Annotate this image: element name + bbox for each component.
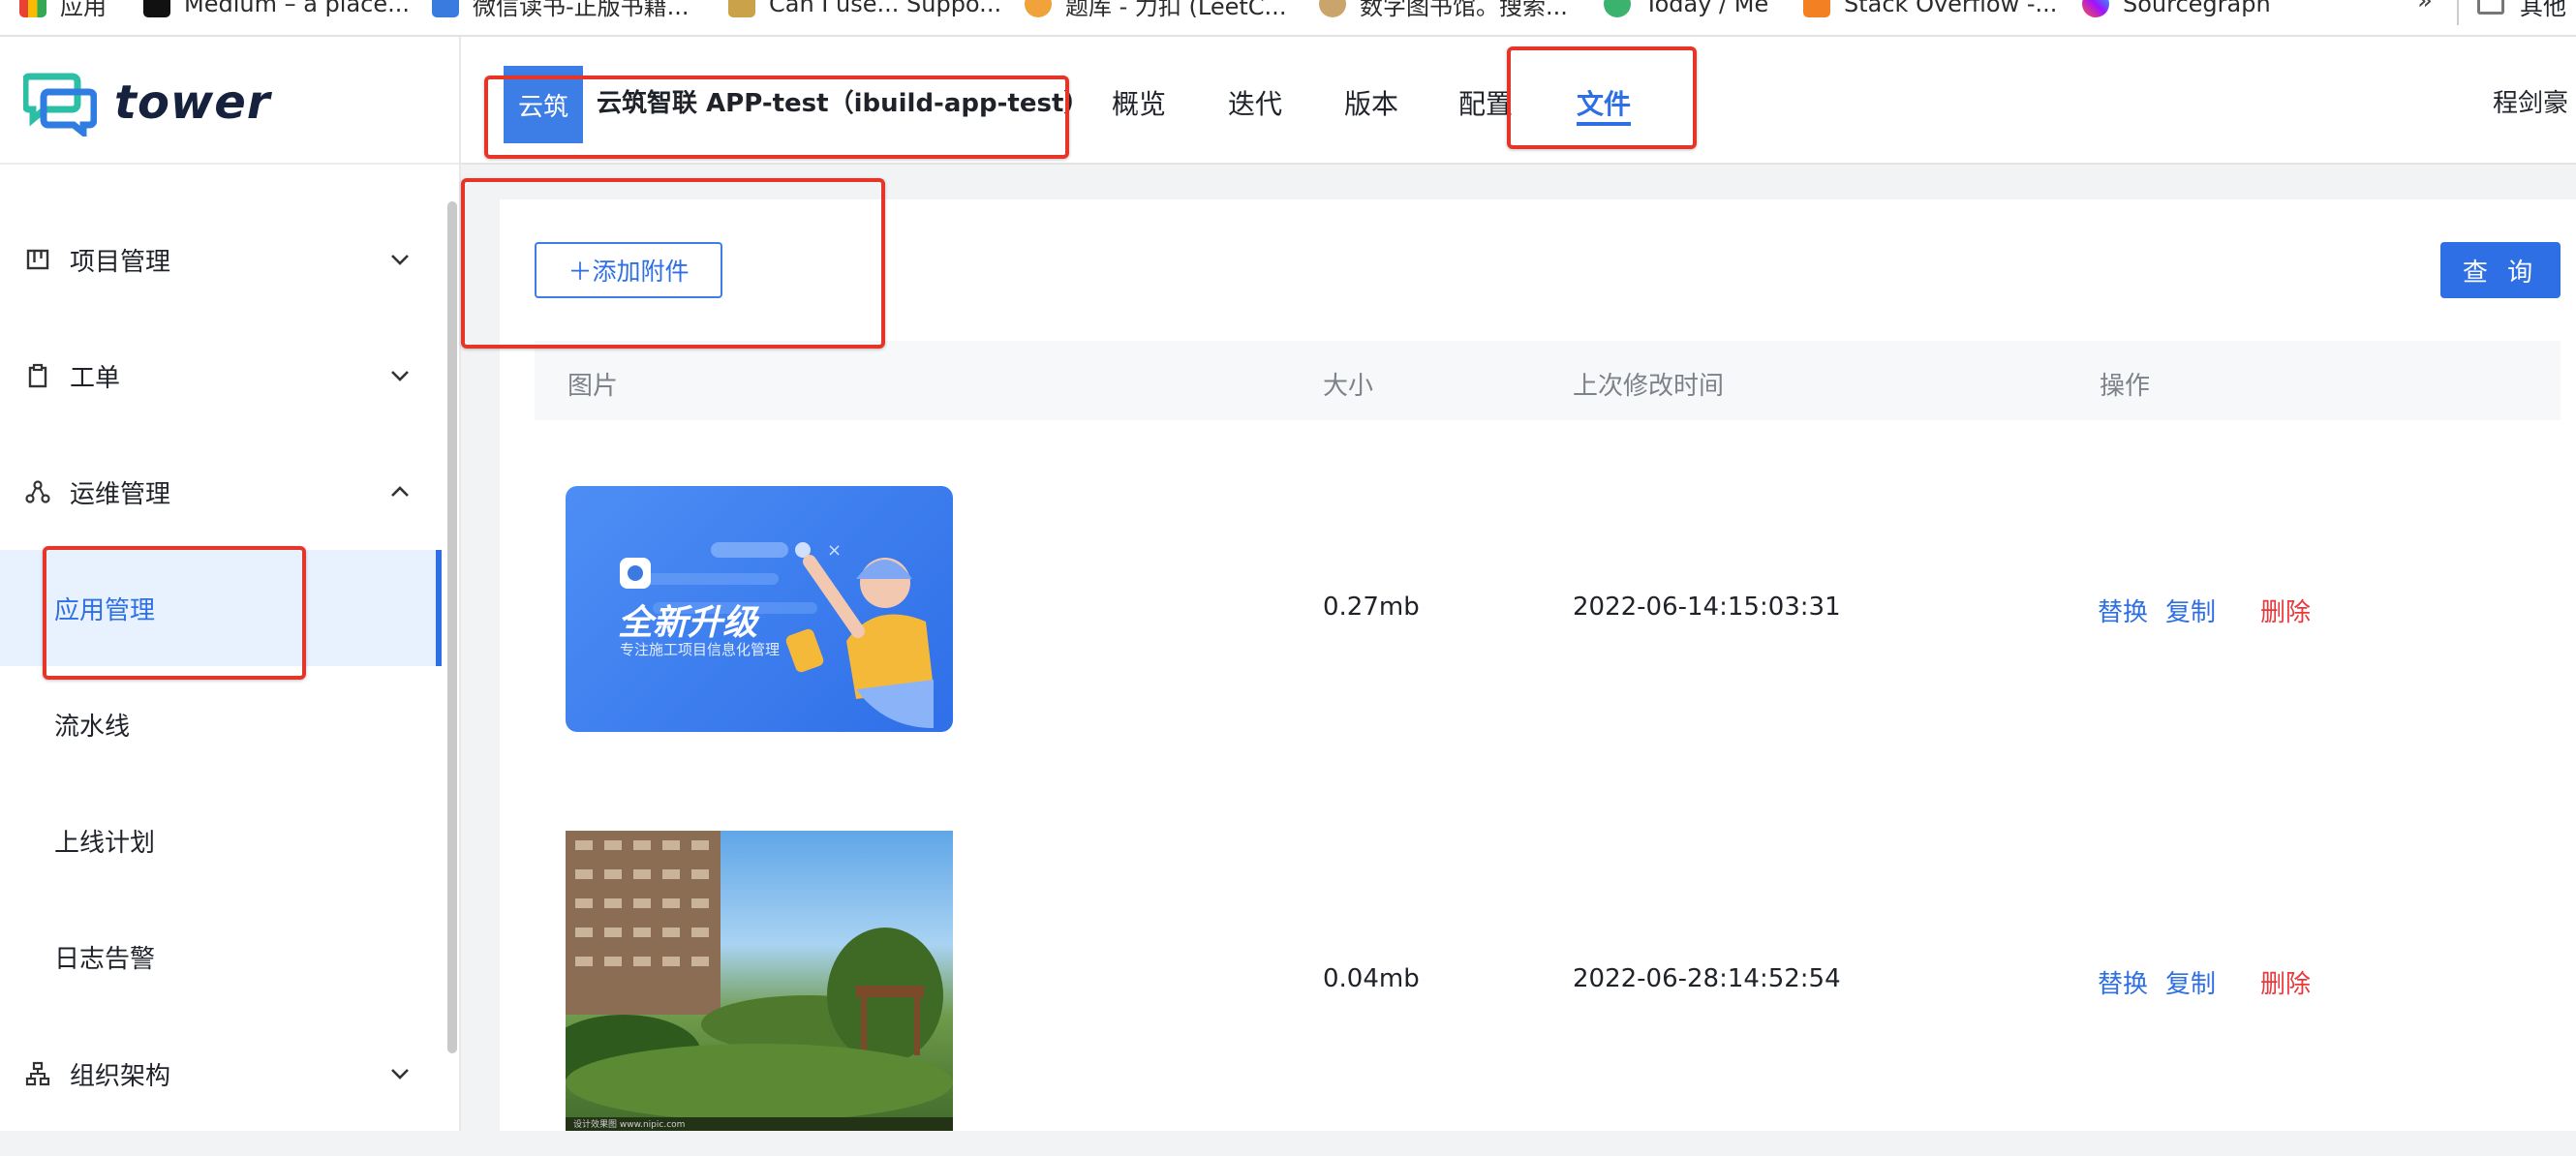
tab-versions[interactable]: 版本 (1344, 83, 1398, 122)
bookmark-apps[interactable]: 应用 (19, 0, 107, 21)
sidebar-group-ops-management[interactable]: 运维管理 (0, 448, 445, 535)
top-header: 云筑 云筑智联 APP-test（ibuild-app-test） 概览 迭代 … (461, 37, 2576, 165)
sidebar-group-tickets[interactable]: 工单 (0, 332, 445, 419)
tab-iterations[interactable]: 迭代 (1228, 83, 1282, 122)
user-name[interactable]: 程剑豪 (2493, 83, 2568, 119)
bookmarks-more-button[interactable]: » (2417, 0, 2433, 15)
table-row: × 全新升级 专注施工项目信息化管理 0.27mb 2022-06-14:15:… (535, 420, 2561, 788)
building-photo-image[interactable]: 设计效果图 www.nipic.com (566, 831, 953, 1131)
sidebar-group-org-structure[interactable]: 组织架构 (0, 1030, 445, 1117)
copy-link[interactable]: 复制 (2165, 593, 2216, 628)
project-name[interactable]: 云筑智联 APP-test（ibuild-app-test） (597, 83, 1089, 119)
table-header: 图片 大小 上次修改时间 操作 (535, 341, 2561, 420)
bookmark-weread[interactable]: 微信读书-正版书籍... (432, 0, 690, 21)
caniuse-icon (728, 0, 755, 17)
chevron-down-icon (391, 371, 409, 381)
library-icon (1319, 0, 1346, 17)
sidebar-item-label: 上线计划 (54, 828, 156, 858)
folder-icon (2477, 0, 2504, 15)
clipboard-icon (28, 363, 47, 388)
photo-scene (566, 831, 953, 1131)
query-button[interactable]: 查 询 (2440, 242, 2561, 298)
chevron-down-icon (391, 255, 409, 265)
delete-link[interactable]: 删除 (2260, 964, 2311, 1000)
tab-config[interactable]: 配置 (1458, 83, 1513, 122)
sidebar-item-release-plan[interactable]: 上线计划 (0, 782, 442, 898)
logo-text: tower (114, 76, 271, 130)
sidebar-group-project-management[interactable]: 项目管理 (0, 216, 445, 303)
bookmark-today[interactable]: Today / Me (1604, 0, 1768, 21)
add-attachment-button[interactable]: ＋添加附件 (535, 242, 722, 298)
copy-link[interactable]: 复制 (2165, 964, 2216, 1000)
svg-text:×: × (827, 540, 842, 561)
sidebar-divider (0, 163, 459, 165)
file-modified-time: 2022-06-14:15:03:31 (1573, 593, 1841, 622)
column-header-modified: 上次修改时间 (1573, 372, 1725, 401)
sidebar-item-label: 日志告警 (54, 944, 156, 974)
chevron-up-icon (391, 486, 409, 497)
project-badge: 云筑 (504, 66, 583, 143)
promo-banner-subtitle: 专注施工项目信息化管理 (620, 641, 781, 658)
sidebar-item-label: 应用管理 (54, 595, 156, 625)
sidebar-item-pipeline[interactable]: 流水线 (0, 666, 442, 782)
chevron-down-icon (391, 1069, 409, 1080)
bookmarks-divider (2457, 0, 2459, 25)
bookmark-sourcegraph[interactable]: Sourcegraph (2082, 0, 2271, 21)
photo-caption: 设计效果图 www.nipic.com (573, 1120, 686, 1130)
sidebar-group-label: 工单 (70, 363, 121, 393)
sidebar-group-label: 运维管理 (70, 479, 171, 509)
replace-link[interactable]: 替换 (2098, 964, 2148, 1000)
sidebar-item-log-alerts[interactable]: 日志告警 (0, 898, 442, 1015)
sidebar-item-label: 流水线 (54, 712, 131, 742)
sidebar-group-label: 组织架构 (70, 1061, 171, 1091)
column-header-size: 大小 (1323, 372, 1374, 401)
wechat-read-icon (432, 0, 459, 17)
bookmark-leetcode[interactable]: 题库 - 力扣 (LeetC... (1025, 0, 1286, 21)
file-size: 0.04mb (1323, 964, 1420, 993)
column-header-actions: 操作 (2100, 372, 2151, 401)
bookmark-stackoverflow[interactable]: Stack Overflow -... (1803, 0, 2057, 21)
sidebar-group-label: 项目管理 (70, 247, 171, 277)
medium-icon (143, 0, 170, 17)
sidebar-item-app-management[interactable]: 应用管理 (0, 550, 442, 666)
bookmarks-bar: 应用 Medium – a place... 微信读书-正版书籍... Can … (0, 0, 2576, 37)
sidebar-scrollbar[interactable] (447, 201, 457, 1053)
tab-overview[interactable]: 概览 (1112, 83, 1166, 122)
bookmark-other-folder[interactable]: 其他 (2477, 0, 2566, 21)
column-header-image: 图片 (567, 372, 619, 401)
stackoverflow-icon (1803, 0, 1830, 17)
ops-network-icon (25, 480, 50, 503)
file-size: 0.27mb (1323, 593, 1420, 622)
file-modified-time: 2022-06-28:14:52:54 (1573, 964, 1841, 993)
files-panel: ＋添加附件 查 询 图片 大小 上次修改时间 操作 × 全新升级 专注施工项目信… (500, 199, 2576, 1131)
kanban-icon (26, 249, 49, 270)
sidebar: tower 项目管理 工单 运维管理 应用管理 流水线 上线计划 日志告警 组织… (0, 37, 461, 1131)
leetcode-icon (1025, 0, 1052, 17)
bookmark-caniuse[interactable]: Can I use... Suppo... (728, 0, 1001, 21)
active-tab-indicator (1577, 122, 1631, 126)
sourcegraph-icon (2082, 0, 2109, 17)
apps-grid-icon (19, 0, 46, 17)
promo-banner-image[interactable]: × 全新升级 专注施工项目信息化管理 (566, 486, 953, 732)
org-tree-icon (25, 1061, 50, 1086)
replace-link[interactable]: 替换 (2098, 593, 2148, 628)
bookmark-medium[interactable]: Medium – a place... (143, 0, 410, 21)
tower-logo-icon (23, 73, 97, 137)
bookmark-library[interactable]: 数字图书馆。搜索... (1319, 0, 1568, 21)
table-row: 设计效果图 www.nipic.com 0.04mb 2022-06-28:14… (535, 788, 2561, 1156)
delete-link[interactable]: 删除 (2260, 593, 2311, 628)
tab-files[interactable]: 文件 (1577, 83, 1631, 122)
today-icon (1604, 0, 1631, 17)
promo-banner-title: 全新升级 (618, 603, 758, 643)
tower-logo[interactable]: tower (23, 68, 271, 137)
